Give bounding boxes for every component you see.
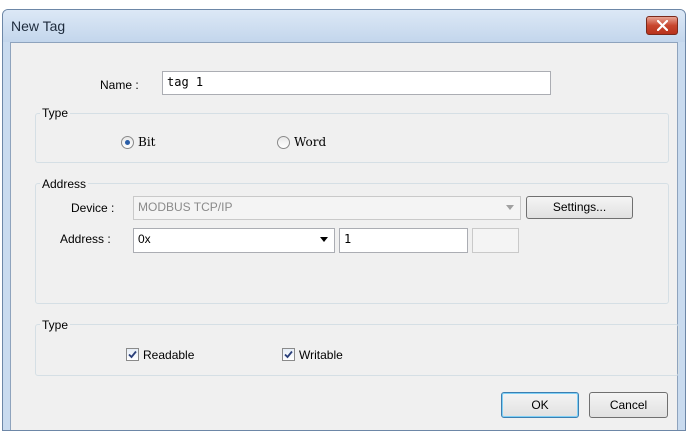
name-label: Name :	[100, 78, 139, 92]
device-select[interactable]: MODBUS TCP/IP	[133, 196, 521, 220]
address-value: 1	[344, 232, 352, 246]
access-type-group-label: Type	[40, 318, 71, 332]
checkmark-icon	[284, 350, 293, 359]
word-radio[interactable]	[277, 136, 290, 149]
settings-button[interactable]: Settings...	[526, 196, 633, 219]
chevron-down-icon	[506, 205, 514, 210]
device-value: MODBUS TCP/IP	[138, 200, 233, 214]
address-group-label: Address	[40, 177, 89, 191]
address-type-select[interactable]: 0x	[133, 228, 335, 253]
bit-radio[interactable]	[121, 136, 134, 149]
address-extra-field	[472, 228, 519, 253]
address-label: Address :	[60, 232, 111, 246]
device-label: Device :	[71, 201, 115, 215]
window-title: New Tag	[11, 18, 66, 34]
word-radio-label: Word	[294, 135, 327, 149]
dialog-body: Name : tag 1 Type Bit Word Address Devic…	[10, 42, 679, 430]
close-button[interactable]	[646, 16, 678, 35]
address-value-input[interactable]: 1	[339, 228, 468, 253]
name-value: tag 1	[167, 75, 204, 89]
writable-label: Writable	[299, 348, 343, 362]
cancel-button[interactable]: Cancel	[589, 392, 668, 418]
background-strip	[0, 0, 689, 9]
close-x-icon	[657, 20, 668, 31]
readable-label: Readable	[143, 348, 195, 362]
address-type-value: 0x	[138, 232, 151, 246]
checkmark-icon	[128, 350, 137, 359]
chevron-down-icon	[320, 237, 328, 242]
type-group-label: Type	[40, 106, 71, 120]
bit-radio-label: Bit	[138, 135, 156, 149]
name-input[interactable]: tag 1	[162, 71, 551, 95]
title-bar[interactable]: New Tag	[3, 10, 685, 42]
ok-button[interactable]: OK	[501, 392, 579, 418]
readable-checkbox[interactable]	[126, 348, 139, 361]
dialog-window: New Tag Name : tag 1 Type Bit Word Addre…	[2, 9, 686, 431]
writable-checkbox[interactable]	[282, 348, 295, 361]
